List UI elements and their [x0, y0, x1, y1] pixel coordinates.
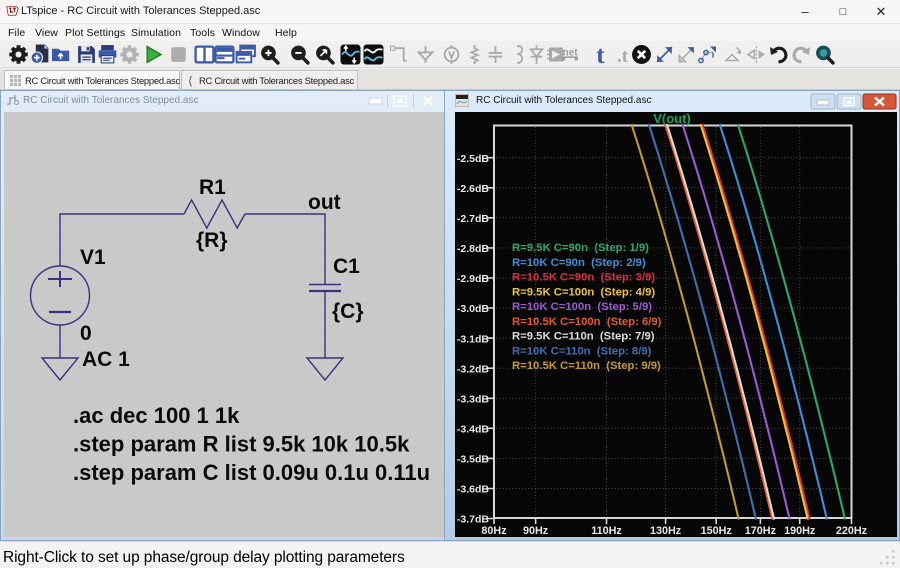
svg-text:-2.7dB: -2.7dB: [457, 213, 490, 225]
svg-text:-3.1dB: -3.1dB: [457, 333, 490, 345]
svg-text:.step param R list 9.5k 10k 10: .step param R list 9.5k 10k 10.5k: [73, 432, 410, 457]
svg-text:{C}: {C}: [332, 300, 364, 323]
svg-text:-2.9dB: -2.9dB: [457, 273, 490, 285]
svg-text:-3.6dB: -3.6dB: [457, 484, 490, 496]
svg-text:90Hz: 90Hz: [523, 525, 549, 537]
svg-text:R=9.5K C=90n (Step: 1/9): R=9.5K C=90n (Step: 1/9): [512, 242, 649, 254]
svg-text:220Hz: 220Hz: [836, 525, 868, 537]
svg-text:R=10.5K C=110n (Step: 9/9): R=10.5K C=110n (Step: 9/9): [512, 360, 661, 372]
svg-text:-3.0dB: -3.0dB: [457, 303, 490, 315]
svg-text:out: out: [308, 191, 341, 214]
svg-text:AC 1: AC 1: [82, 348, 130, 371]
svg-text:-3.4dB: -3.4dB: [457, 424, 490, 436]
svg-text:130Hz: 130Hz: [650, 525, 682, 537]
svg-text:R=10K C=110n (Step: 8/9): R=10K C=110n (Step: 8/9): [512, 345, 652, 357]
svg-text:.ac dec 100 1 1k: .ac dec 100 1 1k: [73, 403, 240, 428]
svg-text:R1: R1: [199, 176, 226, 199]
svg-text:150Hz: 150Hz: [701, 525, 733, 537]
svg-text:R=9.5K C=110n (Step: 7/9): R=9.5K C=110n (Step: 7/9): [512, 331, 655, 343]
svg-text:R=10.5K C=100n (Step: 6/9): R=10.5K C=100n (Step: 6/9): [512, 316, 662, 328]
svg-text:-3.5dB: -3.5dB: [457, 454, 490, 466]
svg-text:.step param C list 0.09u 0.1u: .step param C list 0.09u 0.1u 0.11u: [73, 460, 430, 485]
svg-text:V(out): V(out): [653, 112, 691, 126]
svg-text:-2.6dB: -2.6dB: [457, 183, 490, 195]
svg-text:-2.5dB: -2.5dB: [457, 153, 490, 165]
svg-text:R=10.5K C=90n (Step: 3/9): R=10.5K C=90n (Step: 3/9): [512, 272, 655, 284]
svg-text:-3.3dB: -3.3dB: [457, 394, 490, 406]
svg-text:190Hz: 190Hz: [784, 525, 816, 537]
svg-text:170Hz: 170Hz: [745, 525, 777, 537]
svg-text:t: t: [596, 44, 605, 65]
svg-text:R=9.5K C=100n (Step: 4/9): R=9.5K C=100n (Step: 4/9): [512, 286, 655, 298]
svg-text:80Hz: 80Hz: [481, 525, 507, 537]
svg-text:R=10K C=90n (Step: 2/9): R=10K C=90n (Step: 2/9): [512, 257, 646, 269]
svg-text:-2.8dB: -2.8dB: [457, 243, 490, 255]
svg-text:-3.2dB: -3.2dB: [457, 363, 490, 375]
svg-text:-3.7dB: -3.7dB: [457, 514, 490, 526]
svg-text:C1: C1: [333, 255, 360, 278]
svg-text:0: 0: [80, 322, 92, 345]
svg-text:110Hz: 110Hz: [591, 525, 622, 537]
svg-text:.t: .t: [617, 46, 629, 65]
svg-text:V1: V1: [80, 246, 106, 269]
svg-text:{R}: {R}: [196, 229, 228, 252]
svg-text:R=10K C=100n (Step: 5/9): R=10K C=100n (Step: 5/9): [512, 301, 652, 313]
